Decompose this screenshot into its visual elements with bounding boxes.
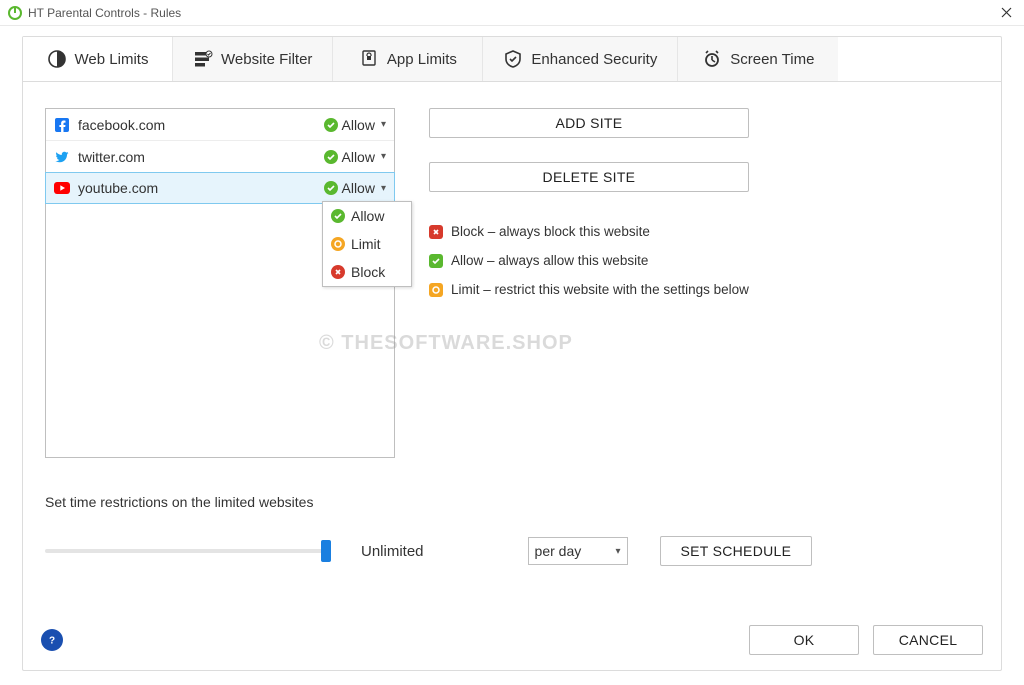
slider-value-label: Unlimited — [361, 543, 424, 560]
tab-enhanced-security[interactable]: Enhanced Security — [483, 37, 678, 81]
right-column: ADD SITE DELETE SITE Block – always bloc… — [429, 108, 749, 297]
tab-label: Web Limits — [75, 51, 149, 68]
tabs: Web Limits Website Filter — [23, 37, 1001, 82]
status-selector[interactable]: Allow ▾ — [322, 180, 389, 196]
tab-app-limits[interactable]: App Limits — [333, 37, 483, 81]
chevron-down-icon: ▾ — [381, 183, 386, 194]
shield-icon — [503, 49, 523, 69]
status-label: Allow — [342, 117, 375, 133]
site-name: twitter.com — [78, 149, 145, 165]
allow-icon — [324, 181, 338, 195]
menu-item-limit[interactable]: Limit — [323, 230, 411, 258]
time-unit-select[interactable]: per day ▾ — [528, 537, 628, 565]
lock-icon — [359, 49, 379, 69]
allow-icon — [324, 118, 338, 132]
dialog-body: Web Limits Website Filter — [22, 36, 1002, 671]
select-value: per day — [535, 543, 582, 559]
site-name: facebook.com — [78, 117, 165, 133]
block-icon — [429, 225, 443, 239]
close-button[interactable] — [994, 3, 1018, 23]
block-icon — [331, 265, 345, 279]
time-limit-slider[interactable] — [45, 543, 325, 559]
menu-item-allow[interactable]: Allow — [323, 202, 411, 230]
time-restrictions-label: Set time restrictions on the limited web… — [45, 494, 979, 510]
help-button[interactable]: ? — [41, 629, 63, 651]
tab-website-filter[interactable]: Website Filter — [173, 37, 333, 81]
list-item[interactable]: facebook.com Allow ▾ — [46, 109, 394, 141]
allow-icon — [324, 150, 338, 164]
limit-icon — [429, 283, 443, 297]
chevron-down-icon: ▾ — [381, 119, 386, 130]
tab-screen-time[interactable]: Screen Time — [678, 37, 838, 81]
facebook-icon — [54, 117, 70, 133]
site-name: youtube.com — [78, 180, 158, 196]
time-restrictions: Set time restrictions on the limited web… — [45, 494, 979, 566]
slider-thumb[interactable] — [321, 540, 331, 562]
status-selector[interactable]: Allow ▾ — [322, 117, 389, 133]
globe-icon — [47, 49, 67, 69]
ok-button[interactable]: OK — [749, 625, 859, 655]
youtube-icon — [54, 180, 70, 196]
status-label: Allow — [342, 180, 375, 196]
chevron-down-icon: ▾ — [616, 546, 621, 557]
site-list[interactable]: facebook.com Allow ▾ — [45, 108, 395, 458]
clock-icon — [702, 49, 722, 69]
status-legend: Block – always block this website Allow … — [429, 224, 749, 297]
allow-icon — [331, 209, 345, 223]
limit-icon — [331, 237, 345, 251]
tab-label: Screen Time — [730, 51, 814, 68]
legend-text-block: Block – always block this website — [451, 224, 650, 239]
app-icon — [8, 6, 22, 20]
legend-text-allow: Allow – always allow this website — [451, 253, 648, 268]
twitter-icon — [54, 149, 70, 165]
menu-label: Allow — [351, 208, 384, 224]
status-selector[interactable]: Allow ▾ — [322, 149, 389, 165]
titlebar: HT Parental Controls - Rules — [0, 0, 1024, 26]
cancel-button[interactable]: CANCEL — [873, 625, 983, 655]
tab-label: Enhanced Security — [531, 51, 657, 68]
list-item[interactable]: twitter.com Allow ▾ — [46, 141, 394, 173]
add-site-button[interactable]: ADD SITE — [429, 108, 749, 138]
menu-label: Block — [351, 264, 385, 280]
chevron-down-icon: ▾ — [381, 151, 386, 162]
menu-item-block[interactable]: Block — [323, 258, 411, 286]
delete-site-button[interactable]: DELETE SITE — [429, 162, 749, 192]
filter-icon — [193, 49, 213, 69]
tab-label: Website Filter — [221, 51, 312, 68]
dialog-footer: ? OK CANCEL — [23, 610, 1001, 670]
tab-label: App Limits — [387, 51, 457, 68]
allow-icon — [429, 254, 443, 268]
window-title: HT Parental Controls - Rules — [28, 6, 181, 20]
menu-label: Limit — [351, 236, 381, 252]
tab-web-limits[interactable]: Web Limits — [23, 37, 173, 81]
svg-text:?: ? — [49, 636, 55, 647]
legend-text-limit: Limit – restrict this website with the s… — [451, 282, 749, 297]
status-dropdown[interactable]: Allow Limit Block — [322, 201, 412, 287]
content: facebook.com Allow ▾ — [23, 82, 1001, 600]
set-schedule-button[interactable]: SET SCHEDULE — [660, 536, 813, 566]
list-item[interactable]: youtube.com Allow ▾ — [45, 172, 395, 204]
status-label: Allow — [342, 149, 375, 165]
